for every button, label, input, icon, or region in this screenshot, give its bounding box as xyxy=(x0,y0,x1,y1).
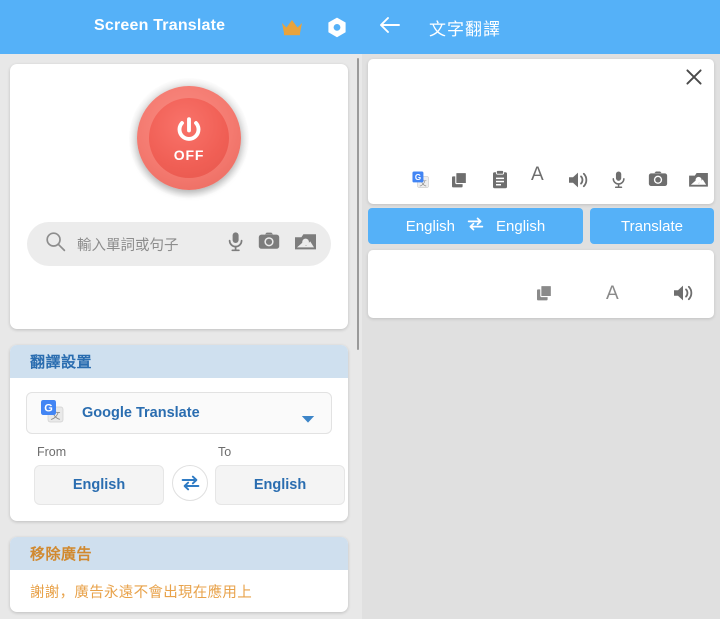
swap-arrows-icon[interactable] xyxy=(467,217,484,236)
app-header: Screen Translate 文字翻譯 xyxy=(0,0,720,54)
speaker-icon[interactable] xyxy=(568,171,589,194)
from-label: From xyxy=(37,445,67,459)
speaker-icon[interactable] xyxy=(673,284,694,307)
power-button[interactable]: OFF xyxy=(129,78,249,198)
svg-text:G: G xyxy=(415,173,421,182)
translate-settings-title: 翻譯設置 xyxy=(30,354,93,371)
copy-icon[interactable] xyxy=(536,284,554,307)
crown-icon[interactable] xyxy=(281,18,303,41)
copy-icon[interactable] xyxy=(451,171,469,194)
app-root: Screen Translate 文字翻譯 OFF 輸入單詞或句子 翻譯設置 文… xyxy=(0,0,720,619)
remove-ads-body: 謝謝，廣告永遠不會出現在應用上 xyxy=(30,585,252,601)
remove-ads-card: 移除廣告 謝謝，廣告永遠不會出現在應用上 xyxy=(10,537,348,612)
swap-languages-button[interactable] xyxy=(172,465,208,501)
camera-icon[interactable] xyxy=(258,232,280,256)
image-icon[interactable] xyxy=(294,232,317,256)
chevron-down-icon[interactable] xyxy=(301,411,315,429)
right-panel-title: 文字翻譯 xyxy=(429,20,501,39)
translate-settings-card: 翻譯設置 文 G Google Translate From To Englis… xyxy=(10,345,348,521)
image-icon[interactable] xyxy=(688,171,709,193)
svg-text:G: G xyxy=(44,402,53,414)
microphone-icon[interactable] xyxy=(611,170,626,194)
font-size-icon[interactable]: A xyxy=(531,165,544,184)
gear-icon[interactable] xyxy=(327,17,347,43)
power-card: OFF 輸入單詞或句子 xyxy=(10,64,348,329)
google-translate-icon: 文 G xyxy=(39,398,65,429)
language-selector-bar[interactable]: English English xyxy=(368,208,583,244)
clipboard-icon[interactable] xyxy=(492,169,508,194)
target-language-label[interactable]: English xyxy=(496,218,545,235)
header-right-section: 文字翻譯 xyxy=(362,0,720,54)
result-text-card: A xyxy=(368,250,714,318)
search-icon xyxy=(45,231,66,257)
search-bar[interactable]: 輸入單詞或句子 xyxy=(27,222,331,266)
power-button-core: OFF xyxy=(149,98,229,178)
right-panel: 文 G A English English Translate A xyxy=(362,54,720,619)
microphone-icon[interactable] xyxy=(227,231,244,257)
to-language-button[interactable]: English xyxy=(215,465,345,505)
font-size-icon[interactable]: A xyxy=(606,284,619,303)
engine-name: Google Translate xyxy=(82,405,200,421)
back-arrow-icon[interactable] xyxy=(378,15,400,40)
result-toolbar: A xyxy=(368,284,714,316)
left-panel: OFF 輸入單詞或句子 翻譯設置 文 G Google Translate Fr… xyxy=(0,54,362,619)
remove-ads-title: 移除廣告 xyxy=(30,546,93,563)
power-icon xyxy=(177,116,201,141)
remove-ads-header: 移除廣告 xyxy=(10,537,348,570)
source-toolbar: 文 G A xyxy=(368,165,714,199)
app-title: Screen Translate xyxy=(94,17,226,34)
translate-settings-header: 翻譯設置 xyxy=(10,345,348,378)
left-panel-scrollbar[interactable] xyxy=(357,58,359,350)
source-language-label[interactable]: English xyxy=(406,218,455,235)
engine-select-dropdown[interactable]: 文 G Google Translate xyxy=(26,392,332,434)
search-input[interactable]: 輸入單詞或句子 xyxy=(77,234,227,255)
to-label: To xyxy=(218,445,232,459)
header-left-section: Screen Translate xyxy=(0,0,362,54)
power-state-label: OFF xyxy=(173,146,205,163)
source-text-card: 文 G A xyxy=(368,59,714,204)
from-language-button[interactable]: English xyxy=(34,465,164,505)
translate-button[interactable]: Translate xyxy=(590,208,714,244)
google-translate-icon[interactable]: 文 G xyxy=(411,170,430,194)
camera-icon[interactable] xyxy=(648,171,668,193)
swap-arrows-icon xyxy=(181,475,199,491)
close-icon[interactable] xyxy=(684,67,704,92)
